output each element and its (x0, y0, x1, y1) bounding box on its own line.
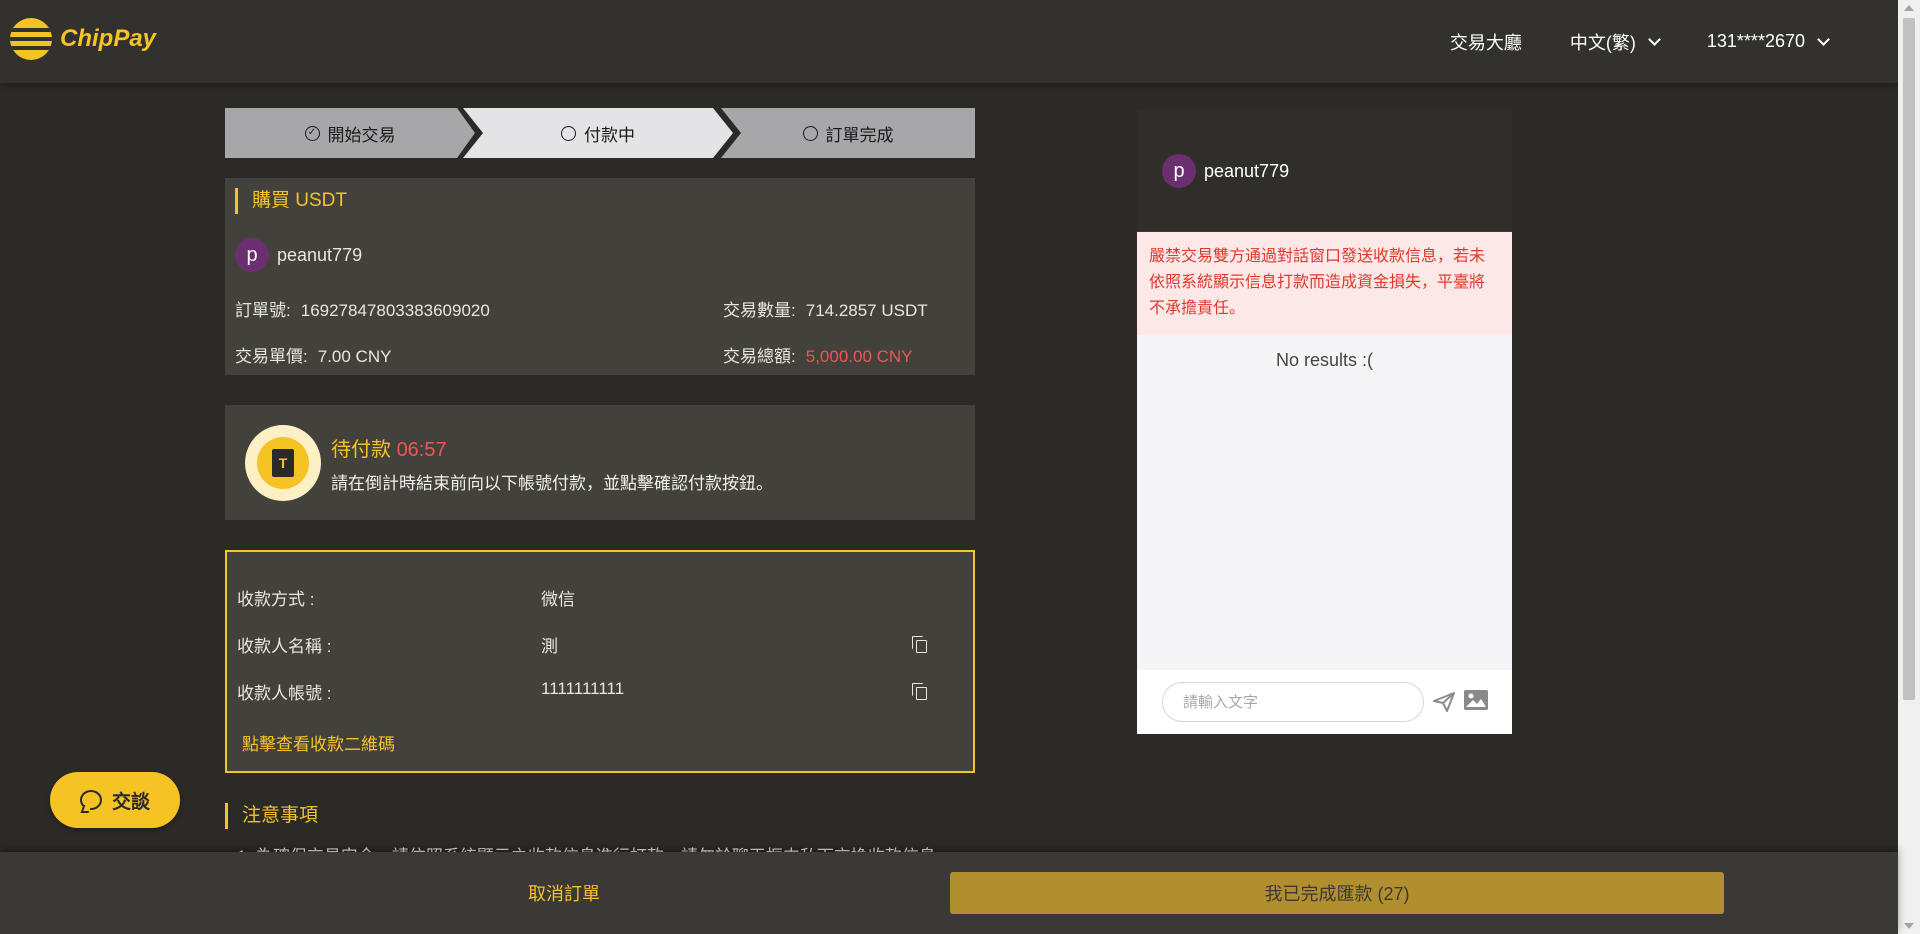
order-number: 訂單號: 16927847803383609020 (235, 296, 490, 321)
page-scrollbar[interactable] (1898, 0, 1920, 934)
view-qr-link[interactable]: 點擊查看收款二維碼 (242, 730, 395, 755)
receiver-name-value: 測 (541, 637, 558, 656)
step-paying: 付款中 (463, 108, 733, 158)
chat-button[interactable]: 交談 (50, 772, 180, 828)
circle-icon (802, 125, 818, 141)
chippay-logo[interactable]: ChipPay (10, 18, 156, 60)
payment-status-label: 待付款 (331, 439, 391, 461)
action-footer: 取消訂單 我已完成匯款 (27) (0, 852, 1898, 934)
order-number-value: 16927847803383609020 (300, 301, 490, 320)
top-nav: 交易大廳 中文(繁) 131****2670 (1450, 0, 1830, 83)
order-title: 購買 USDT (235, 188, 347, 214)
scroll-down-arrow[interactable] (1904, 923, 1914, 929)
check-circle-icon: ✓ (304, 125, 320, 141)
receiver-account-value: 1111111111 (541, 679, 625, 698)
step-label: 付款中 (584, 125, 635, 145)
seller-name: peanut779 (277, 244, 363, 265)
account-label: 131****2670 (1706, 31, 1805, 51)
step-start-trade: ✓ 開始交易 (225, 108, 475, 158)
chevron-down-icon (1648, 32, 1661, 46)
price-label: 交易單價: (235, 347, 308, 366)
cancel-order-button[interactable]: 取消訂單 (528, 880, 600, 906)
progress-steps: ✓ 開始交易 付款中 訂單完成 (225, 108, 975, 158)
language-label: 中文(繁) (1569, 32, 1636, 53)
receiver-info-panel: 收款方式 : 微信 收款人名稱 : 測 收款人帳號 : 1111111111 點… (225, 550, 975, 773)
receiver-name-label: 收款人名稱 : (237, 637, 332, 656)
account-menu[interactable]: 131****2670 (1706, 31, 1830, 52)
chat-bubble-icon (79, 790, 102, 810)
countdown-timer: 06:57 (396, 439, 447, 461)
method-label: 收款方式 : (237, 590, 315, 609)
price-value: 7.00 CNY (317, 347, 392, 366)
chevron-down-icon (1817, 32, 1830, 46)
quantity-value: 714.2857 USDT (805, 301, 928, 320)
circle-icon (561, 125, 576, 141)
chat-header: p peanut779 (1137, 110, 1512, 232)
trade-price: 交易單價: 7.00 CNY (235, 342, 391, 367)
chat-warning: 嚴禁交易雙方通過對話窗口發送收款信息，若未依照系統顯示信息打款而造成資金損失，平… (1137, 232, 1512, 335)
avatar: p (235, 238, 269, 272)
chat-empty-text: No results :( (1275, 350, 1374, 370)
image-upload-icon[interactable] (1464, 690, 1488, 710)
payment-doc-icon: T (245, 425, 321, 501)
scroll-up-arrow[interactable] (1904, 5, 1914, 11)
chat-input[interactable] (1162, 682, 1424, 722)
send-icon[interactable] (1433, 692, 1455, 712)
chat-user: p peanut779 (1162, 154, 1289, 188)
trade-quantity: 交易數量: 714.2857 USDT (723, 296, 928, 321)
chat-user-name: peanut779 (1204, 160, 1290, 181)
logo-icon (10, 18, 52, 60)
payment-pending-panel: T 待付款 06:57 請在倒計時結束前向以下帳號付款，並點擊確認付款按鈕。 (225, 405, 975, 520)
scroll-thumb[interactable] (1903, 18, 1915, 700)
trade-total: 交易總額: 5,000.00 CNY (723, 342, 913, 367)
language-selector[interactable]: 中文(繁) (1569, 29, 1661, 55)
payment-done-button[interactable]: 我已完成匯款 (27) (950, 872, 1724, 914)
brand-name: ChipPay (60, 25, 157, 52)
payment-instruction: 請在倒計時結束前向以下帳號付款，並點擊確認付款按鈕。 (331, 474, 773, 493)
step-order-complete: 訂單完成 (721, 108, 975, 158)
step-label: 訂單完成 (825, 125, 894, 145)
copy-icon[interactable] (912, 636, 928, 653)
order-number-label: 訂單號: (235, 301, 291, 320)
chat-button-label: 交談 (111, 791, 150, 813)
order-info-panel: 購買 USDT p peanut779 訂單號: 1692784780338360… (225, 178, 975, 375)
top-header: ChipPay 交易大廳 中文(繁) 131****2670 (0, 0, 1898, 83)
total-value: 5,000.00 CNY (805, 347, 913, 366)
nav-market[interactable]: 交易大廳 (1450, 29, 1522, 55)
quantity-label: 交易數量: (723, 301, 796, 320)
chat-panel: p peanut779 嚴禁交易雙方通過對話窗口發送收款信息，若未依照系統顯示信… (1137, 110, 1512, 734)
notes-title: 注意事項 (225, 803, 318, 829)
receiver-account-label: 收款人帳號 : (237, 684, 332, 703)
step-label: 開始交易 (327, 125, 396, 145)
chat-input-bar (1137, 670, 1512, 734)
method-value: 微信 (541, 590, 575, 609)
seller-info: p peanut779 (235, 238, 362, 272)
avatar: p (1162, 154, 1196, 188)
payment-status: 待付款 06:57 (331, 433, 447, 462)
total-label: 交易總額: (723, 347, 796, 366)
copy-icon[interactable] (912, 683, 928, 700)
